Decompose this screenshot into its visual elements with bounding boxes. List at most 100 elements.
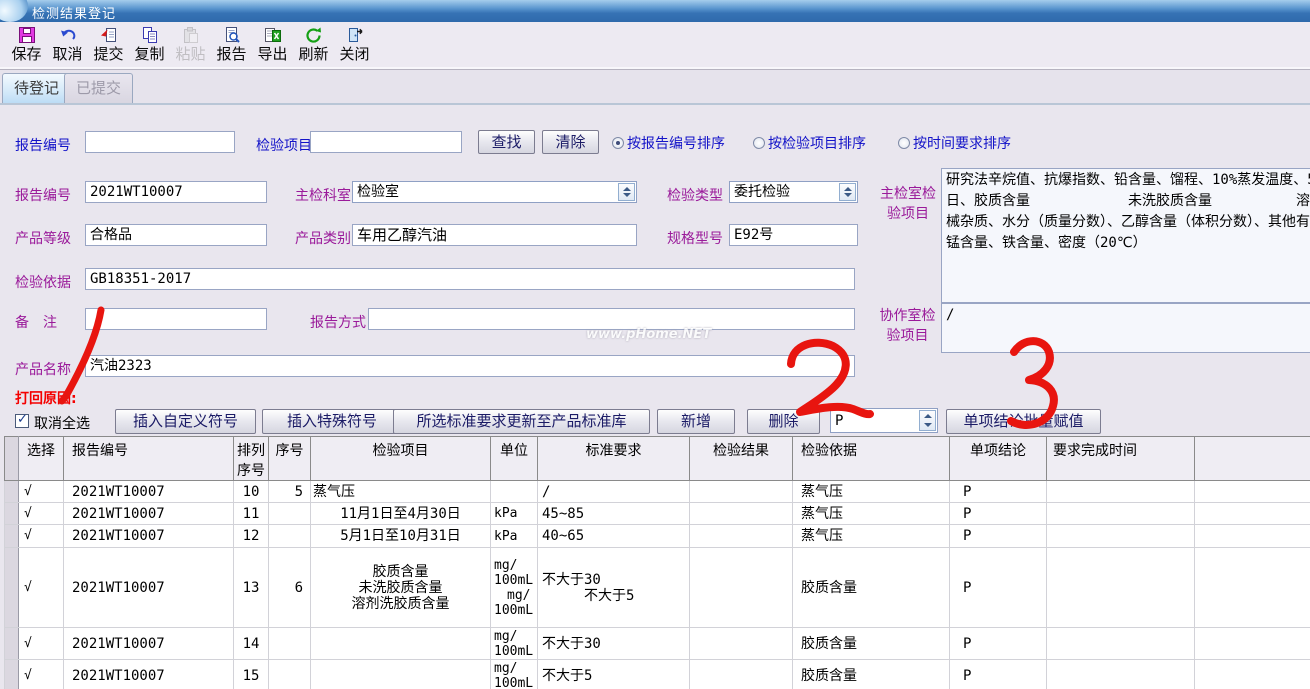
copy-button[interactable]: 复制 [129,25,170,64]
paste-icon [170,25,211,45]
paste-button[interactable]: 粘贴 [170,25,211,64]
cell-extra [1195,481,1310,503]
report-no-field[interactable]: 2021WT10007 [85,181,267,203]
basis-label: 检验依据 [15,272,71,292]
conclusion-combo[interactable]: P [830,408,938,433]
batch-assign-button[interactable]: 单项结论批量赋值 [946,409,1101,434]
cell-sel[interactable]: √ [19,525,64,548]
insert-special-symbol-button[interactable]: 插入特殊符号 [262,409,402,434]
column-header[interactable]: 检验依据 [793,437,950,481]
undo-button[interactable]: 取消 [47,25,88,64]
cell-report: 2021WT10007 [64,628,234,660]
update-standard-button[interactable]: 所选标准要求更新至产品标准库 [393,409,650,434]
table-row[interactable]: √2021WT10007105蒸气压/蒸气压P [5,481,1310,503]
coop-items-textarea[interactable]: / [941,303,1310,353]
watermark: www.pHome.NET [586,327,711,342]
cell-concl: P [950,660,1047,689]
cell-sel[interactable]: √ [19,660,64,689]
cell-due [1047,503,1195,525]
coop-items-label: 协作室检 验项目 [876,305,939,345]
cell-due [1047,628,1195,660]
sort-by-time-radio[interactable]: 按时间要求排序 [898,133,1011,153]
main-dept-combo[interactable]: 检验室 [352,181,637,203]
column-header[interactable]: 单项结论 [950,437,1047,481]
cell-unit: mg/ 100mL mg/ 100mL [491,548,538,628]
app-window: 检测结果登记 保存 取消 提交 复制 粘贴 报告 导出 [0,0,1310,689]
search-report-no-label: 报告编号 [15,135,71,155]
table-row[interactable]: √2021WT1000715mg/ 100mL不大于5胶质含量P [5,660,1310,689]
cell-std: 45~85 [538,503,690,525]
report-button[interactable]: 报告 [211,25,252,64]
main-items-label: 主检室检 验项目 [877,183,939,223]
save-button[interactable]: 保存 [6,25,47,64]
table-row[interactable]: √2021WT10007136胶质含量 未洗胶质含量 溶剂洗胶质含量mg/ 10… [5,548,1310,628]
select-all-checkbox[interactable] [15,414,29,428]
main-items-textarea[interactable]: 研究法辛烷值、抗爆指数、铅含量、馏程、10%蒸发温度、50%蒸 日、胶质含量 未… [941,168,1310,303]
cell-report: 2021WT10007 [64,660,234,689]
cell-concl: P [950,628,1047,660]
search-report-no-input[interactable] [85,131,235,153]
sort-by-item-radio[interactable]: 按检验项目排序 [753,133,866,153]
cell-unit: kPa [491,503,538,525]
cell-std: 不大于5 [538,660,690,689]
category-field[interactable]: 车用乙醇汽油 [352,224,637,246]
cell-sel[interactable]: √ [19,548,64,628]
undo-icon [47,25,88,45]
tab-pending[interactable]: 待登记 [2,73,71,103]
close-button[interactable]: 关闭 [334,25,375,64]
combo-spinner-icon[interactable] [919,410,936,431]
combo-spinner-icon[interactable] [839,183,856,201]
column-header[interactable]: 报告编号 [64,437,234,481]
cell-sel[interactable]: √ [19,503,64,525]
cell-concl: P [950,481,1047,503]
row-gutter [5,660,19,689]
delete-button[interactable]: 删除 [747,409,820,434]
column-header[interactable]: 排列序号 [234,437,269,481]
table-row[interactable]: √2021WT1000714mg/ 100mL不大于30胶质含量P [5,628,1310,660]
remark-field[interactable] [85,308,267,330]
cell-report: 2021WT10007 [64,503,234,525]
cell-order: 15 [234,660,269,689]
submit-icon [88,25,129,45]
column-header[interactable]: 单位 [491,437,538,481]
inspect-type-label: 检验类型 [667,185,723,205]
search-item-input[interactable] [310,131,462,153]
cell-due [1047,548,1195,628]
cell-due [1047,525,1195,548]
grade-field[interactable]: 合格品 [85,224,267,246]
row-gutter [5,525,19,548]
cell-sel[interactable]: √ [19,481,64,503]
insert-custom-symbol-button[interactable]: 插入自定义符号 [115,409,256,434]
cell-basis: 蒸气压 [793,525,950,548]
cell-sel[interactable]: √ [19,628,64,660]
spec-field[interactable]: E92号 [729,224,858,246]
export-button[interactable]: 导出 [252,25,293,64]
cell-report: 2021WT10007 [64,548,234,628]
cell-unit [491,481,538,503]
column-header[interactable]: 序号 [269,437,311,481]
column-header[interactable]: 选择 [19,437,64,481]
cell-basis: 胶质含量 [793,628,950,660]
column-header[interactable]: 要求完成时间 [1047,437,1195,481]
cell-report: 2021WT10007 [64,481,234,503]
basis-field[interactable]: GB18351-2017 [85,268,855,290]
column-header[interactable] [1195,437,1310,481]
find-button[interactable]: 查找 [478,130,535,154]
column-header[interactable]: 检验结果 [690,437,793,481]
cell-result [690,525,793,548]
clear-button[interactable]: 清除 [542,130,599,154]
submit-button[interactable]: 提交 [88,25,129,64]
cell-report: 2021WT10007 [64,525,234,548]
column-header[interactable]: 检验项目 [311,437,491,481]
combo-spinner-icon[interactable] [618,183,635,201]
inspect-type-combo[interactable]: 委托检验 [729,181,858,203]
cell-std: 不大于30 [538,628,690,660]
tab-submitted[interactable]: 已提交 [64,73,133,103]
product-name-field[interactable]: 汽油2323 [85,355,855,377]
add-button[interactable]: 新增 [657,409,735,434]
sort-by-report-radio[interactable]: 按报告编号排序 [612,133,725,153]
table-row[interactable]: √2021WT100071111月1日至4月30日kPa45~85蒸气压P [5,503,1310,525]
refresh-button[interactable]: 刷新 [293,25,334,64]
column-header[interactable]: 标准要求 [538,437,690,481]
table-row[interactable]: √2021WT10007125月1日至10月31日kPa40~65蒸气压P [5,525,1310,548]
